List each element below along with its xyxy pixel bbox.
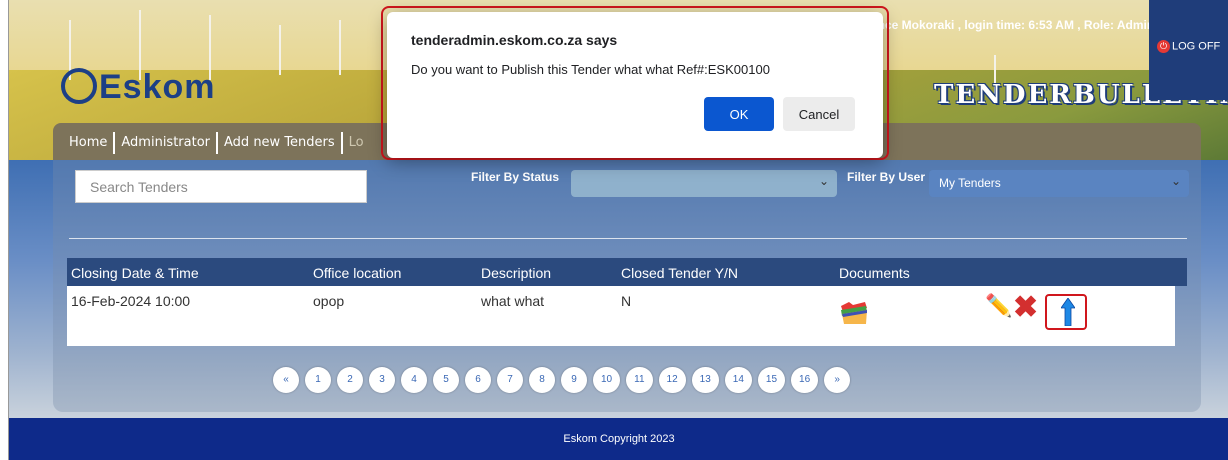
nav-item-add-new-tenders[interactable]: Add new Tenders [218,132,343,154]
user-info-text: ence Mokoraki , login time: 6:53 AM , Ro… [871,18,1155,32]
wind-turbine-image [339,20,341,75]
publish-up-arrow-icon [1061,298,1075,326]
nav-item-home[interactable]: Home [63,132,116,154]
logoff-button[interactable]: ⏻ LOG OFF [1149,0,1228,100]
eskom-logo-mark-icon [61,68,97,105]
user-select-value: My Tenders [939,176,1001,190]
pagination-page[interactable]: 2 [337,367,363,393]
publish-button[interactable] [1045,294,1087,330]
pagination-page[interactable]: 8 [529,367,555,393]
nav-item-lookups[interactable]: Lo [343,132,370,154]
footer-copyright: Eskom Copyright 2023 [563,433,675,445]
confirm-dialog: tenderadmin.eskom.co.za says Do you want… [387,12,883,158]
cell-office-location: opop [313,293,345,309]
table-row: 16-Feb-2024 10:00 opop what what N ✏️ ✖ [67,286,1175,346]
header-closed-tender: Closed Tender Y/N [621,265,738,281]
logoff-label: LOG OFF [1172,40,1221,53]
power-icon: ⏻ [1157,40,1170,53]
edit-pencil-icon[interactable]: ✏️ [985,293,1012,319]
pagination-page[interactable]: 11 [626,367,653,393]
status-select[interactable]: ⌄ [571,170,837,197]
documents-folder-icon[interactable] [839,300,869,326]
pagination-page[interactable]: 10 [593,367,621,393]
ok-button[interactable]: OK [704,97,774,131]
dialog-message: Do you want to Publish this Tender what … [411,62,770,77]
cell-description: what what [481,293,545,309]
pagination-next[interactable]: » [824,367,851,393]
pagination-page[interactable]: 1 [305,367,331,393]
pagination-page[interactable]: 7 [497,367,523,393]
cell-closing-date: 16-Feb-2024 10:00 [71,293,191,309]
delete-x-icon[interactable]: ✖ [1013,293,1038,323]
user-select[interactable]: My Tenders ⌄ [929,170,1189,197]
browser-page: Eskom ence Mokoraki , login time: 6:53 A… [8,0,1228,460]
eskom-logo[interactable]: Eskom [61,68,216,107]
cell-closed: N [621,293,632,309]
cancel-button[interactable]: Cancel [783,97,855,131]
table-header: Closing Date & Time Office location Desc… [67,258,1187,286]
header-office-location: Office location [313,265,402,281]
filter-status-label: Filter By Status [471,170,560,184]
chevron-down-icon: ⌄ [818,174,829,188]
logo-text: Eskom [99,68,216,106]
pagination-page[interactable]: 6 [465,367,491,393]
pagination-prev[interactable]: « [273,367,299,393]
search-input[interactable]: Search Tenders [75,170,367,203]
pagination-page[interactable]: 9 [561,367,587,393]
dialog-title: tenderadmin.eskom.co.za says [411,32,618,48]
pagination-page[interactable]: 3 [369,367,395,393]
header-closing-date: Closing Date & Time [71,265,199,281]
header-description: Description [481,265,552,281]
pagination-page[interactable]: 12 [658,367,686,393]
filter-user-label: Filter By User [847,170,926,184]
pagination-page[interactable]: 5 [433,367,459,393]
wind-turbine-image [279,25,281,75]
pagination-page[interactable]: 14 [724,367,752,393]
pagination-page[interactable]: 16 [791,367,819,393]
pagination-page[interactable]: 15 [757,367,786,393]
pagination: « 1 2 3 4 5 6 7 8 9 10 11 12 13 14 15 16… [273,367,851,393]
chevron-down-icon: ⌄ [1170,174,1181,188]
divider [69,238,1187,239]
header-documents: Documents [839,265,910,281]
nav-item-administrator[interactable]: Administrator [115,132,219,154]
pagination-page[interactable]: 13 [691,367,719,393]
pagination-page[interactable]: 4 [401,367,427,393]
footer: Eskom Copyright 2023 [9,418,1228,460]
